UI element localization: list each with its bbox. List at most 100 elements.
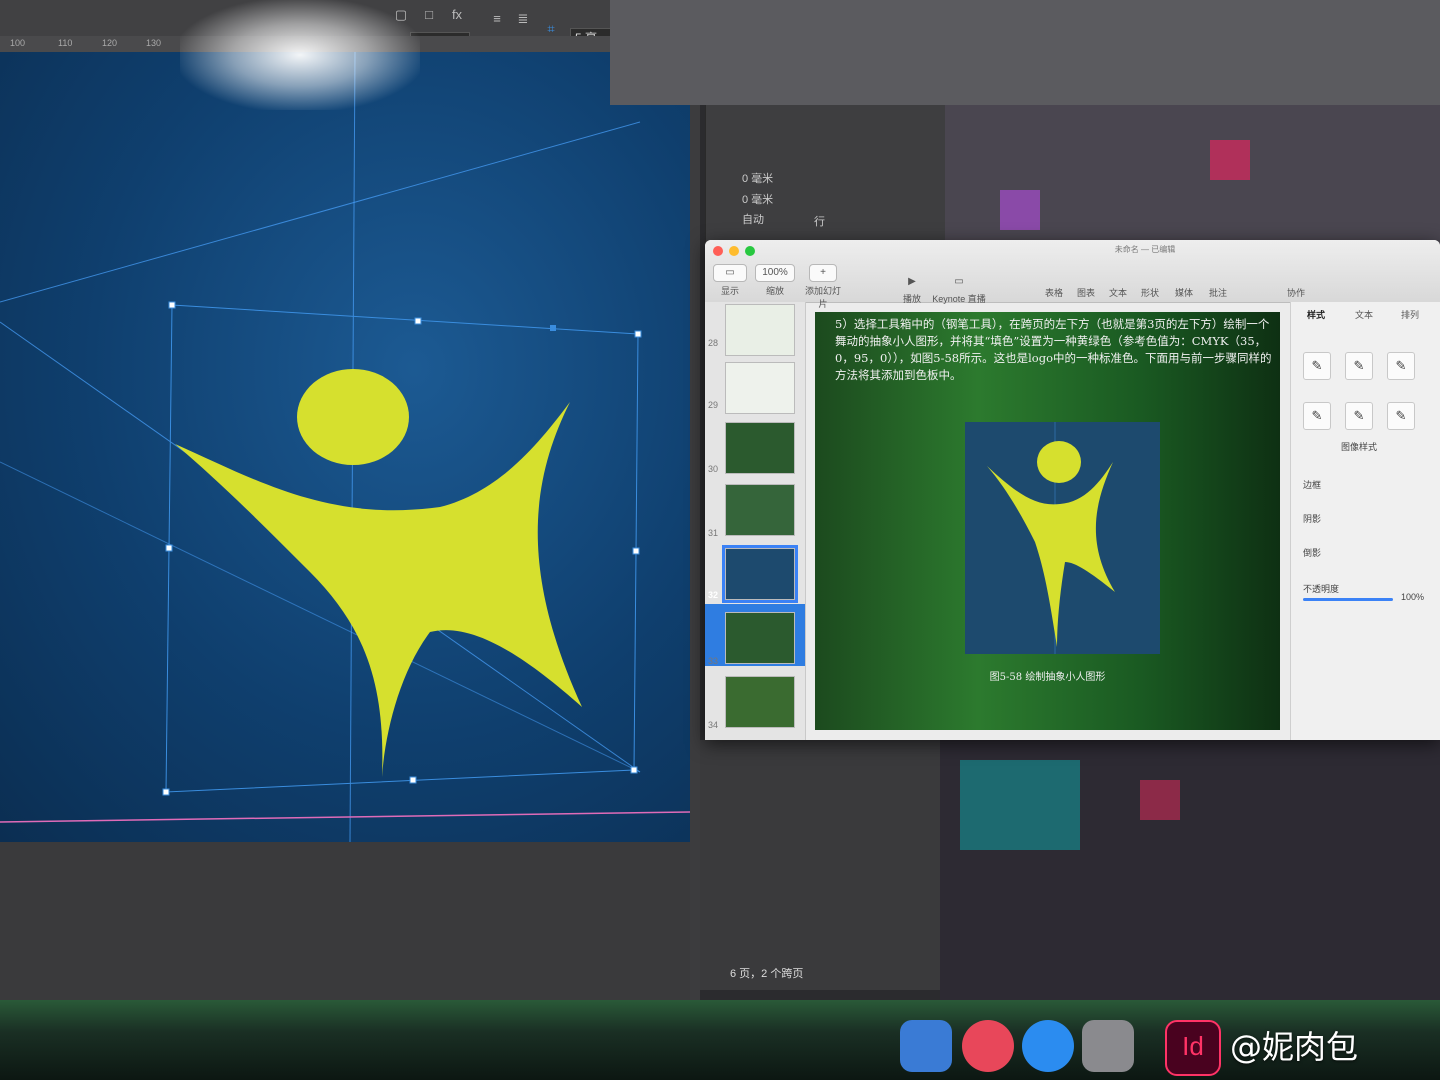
paragraph-panel: 0 毫米 0 毫米 自动 行 bbox=[705, 105, 946, 245]
shape-style-label: 图像样式 bbox=[1341, 442, 1378, 452]
add-slide-button[interactable]: + 添加幻灯片 bbox=[801, 264, 845, 310]
chart-button[interactable]: 图表 bbox=[1073, 286, 1099, 299]
slide-body-text[interactable]: 5）选择工具箱中的（钢笔工具），在跨页的左下方（也就是第3页的左下方）绘制一个舞… bbox=[835, 316, 1280, 384]
tab-arrange[interactable]: 排列 bbox=[1401, 308, 1419, 321]
selection-handle bbox=[165, 544, 173, 552]
slide-number: 34 bbox=[708, 720, 719, 730]
shape-button[interactable]: 形状 bbox=[1137, 286, 1163, 299]
slide-figure-image[interactable] bbox=[965, 422, 1160, 654]
selection-handle bbox=[162, 788, 170, 796]
selection-handle bbox=[634, 330, 642, 338]
selection-handle bbox=[630, 766, 638, 774]
leading-field[interactable]: 自动 bbox=[742, 211, 764, 227]
align-left-icon[interactable]: ≡ bbox=[486, 10, 508, 28]
pages-panel: 6 页，2 个跨页 bbox=[700, 740, 940, 990]
figure-body bbox=[987, 462, 1115, 647]
ruler-label: 120 bbox=[102, 38, 118, 48]
screen-glare bbox=[180, 0, 420, 110]
style-preset-icon[interactable]: ✎ bbox=[1387, 352, 1415, 380]
music-icon[interactable] bbox=[962, 1020, 1014, 1072]
keynote-window: 未命名 — 已编辑 ▭ 显示 100% 缩放 + 添加幻灯片 ▶ 播放 ▭ Ke… bbox=[705, 240, 1440, 740]
figure-head bbox=[1037, 441, 1081, 483]
table-label: 表格 bbox=[1044, 288, 1063, 298]
mosaic-region bbox=[960, 760, 1080, 850]
mosaic-region bbox=[1000, 190, 1040, 230]
right-indent-field[interactable]: 0 毫米 bbox=[742, 191, 773, 207]
keynote-live-button[interactable]: ▭ Keynote 直播 bbox=[931, 274, 987, 305]
slide-thumbnail-selected[interactable] bbox=[722, 545, 798, 603]
align-center-icon[interactable]: ≣ bbox=[512, 10, 534, 28]
zoom-menu[interactable]: 100% 缩放 bbox=[755, 264, 795, 297]
selection-handle bbox=[409, 776, 417, 784]
opacity-value[interactable]: 100% bbox=[1401, 592, 1424, 602]
page-count-status: 6 页，2 个跨页 bbox=[730, 968, 804, 980]
shape-label: 形状 bbox=[1140, 288, 1159, 298]
style-preset-icon[interactable]: ✎ bbox=[1345, 352, 1373, 380]
text-button[interactable]: 文本 bbox=[1105, 286, 1131, 299]
rectangle-icon[interactable]: □ bbox=[418, 6, 440, 24]
diagonal-guide bbox=[0, 121, 641, 303]
slide-number: 29 bbox=[708, 400, 719, 410]
view-label: 显示 bbox=[720, 286, 739, 296]
slide-thumbnail[interactable] bbox=[725, 362, 795, 414]
format-inspector: 样式 文本 排列 ✎ ✎ ✎ ✎ ✎ ✎ 图像样式 边框 阴影 倒影 不透明度 … bbox=[1290, 302, 1440, 740]
view-button[interactable]: ▭ 显示 bbox=[713, 264, 747, 297]
document-page[interactable] bbox=[0, 51, 691, 843]
mosaic-region bbox=[1140, 780, 1180, 820]
style-preset-icon[interactable]: ✎ bbox=[1303, 352, 1331, 380]
system-preferences-icon[interactable] bbox=[1082, 1020, 1134, 1072]
collaborate-button[interactable]: 协作 bbox=[1283, 286, 1309, 299]
slide-thumbnail[interactable] bbox=[725, 422, 795, 474]
slide-thumbnail[interactable] bbox=[725, 484, 795, 536]
indesign-app-icon[interactable]: Id bbox=[1165, 1020, 1221, 1076]
opacity-label: 不透明度 bbox=[1303, 584, 1340, 594]
border-disclosure[interactable]: 边框 bbox=[1303, 478, 1321, 491]
indesign-window: ▢ □ fx 100% ≡ ≣ ⌗ 5 毫 100 110 120 130 20… bbox=[0, 0, 700, 1000]
shadow-disclosure[interactable]: 阴影 bbox=[1303, 512, 1321, 525]
app-store-icon[interactable] bbox=[1022, 1020, 1074, 1072]
style-preset-icon[interactable]: ✎ bbox=[1303, 402, 1331, 430]
style-preset-icon[interactable]: ✎ bbox=[1345, 402, 1373, 430]
slide-number: 31 bbox=[708, 528, 719, 538]
slide-thumbnail[interactable] bbox=[725, 676, 795, 728]
ruler-label: 130 bbox=[146, 38, 162, 48]
figure-svg bbox=[987, 422, 1115, 654]
zoom-value: 100% bbox=[755, 264, 795, 282]
chart-label: 图表 bbox=[1076, 288, 1095, 298]
play-icon: ▶ bbox=[908, 276, 916, 287]
close-button[interactable] bbox=[713, 246, 723, 256]
play-button[interactable]: ▶ 播放 bbox=[897, 274, 927, 305]
tab-style[interactable]: 样式 bbox=[1307, 308, 1325, 321]
page-artwork[interactable] bbox=[0, 51, 691, 843]
fx-icon[interactable]: fx bbox=[446, 6, 468, 24]
comment-button[interactable]: 批注 bbox=[1205, 286, 1231, 299]
zoom-label: 缩放 bbox=[765, 286, 784, 296]
style-preset-icon[interactable]: ✎ bbox=[1387, 402, 1415, 430]
reflection-checkbox[interactable]: 倒影 bbox=[1303, 546, 1321, 559]
table-button[interactable]: 表格 bbox=[1041, 286, 1067, 299]
left-indent-field[interactable]: 0 毫米 bbox=[742, 170, 773, 186]
play-label: 播放 bbox=[902, 294, 921, 304]
tab-text[interactable]: 文本 bbox=[1355, 308, 1373, 321]
plus-icon: + bbox=[809, 264, 837, 282]
minimize-button[interactable] bbox=[729, 246, 739, 256]
comment-label: 批注 bbox=[1208, 288, 1227, 298]
figure-head bbox=[297, 369, 409, 465]
slide-thumbnail[interactable] bbox=[725, 304, 795, 356]
opacity-slider[interactable] bbox=[1303, 598, 1393, 601]
slide-canvas[interactable]: 5）选择工具箱中的（钢笔工具），在跨页的左下方（也就是第3页的左下方）绘制一个舞… bbox=[815, 312, 1280, 730]
selection-handle bbox=[168, 301, 176, 309]
ruler-label: 100 bbox=[10, 38, 26, 48]
selection-handle bbox=[550, 325, 556, 331]
window-title: 未命名 — 已编辑 bbox=[1114, 245, 1176, 254]
zoom-button[interactable] bbox=[745, 246, 755, 256]
slide-number: 32 bbox=[708, 590, 719, 600]
live-label: Keynote 直播 bbox=[932, 294, 986, 304]
slide-thumbnail[interactable] bbox=[725, 612, 795, 664]
pasteboard[interactable] bbox=[0, 842, 690, 1000]
media-button[interactable]: 媒体 bbox=[1171, 286, 1197, 299]
finder-icon[interactable] bbox=[900, 1020, 952, 1072]
mosaic-region bbox=[610, 0, 1440, 105]
selection-handle bbox=[414, 317, 422, 325]
inspector-tabs: 样式 文本 排列 bbox=[1291, 302, 1440, 330]
